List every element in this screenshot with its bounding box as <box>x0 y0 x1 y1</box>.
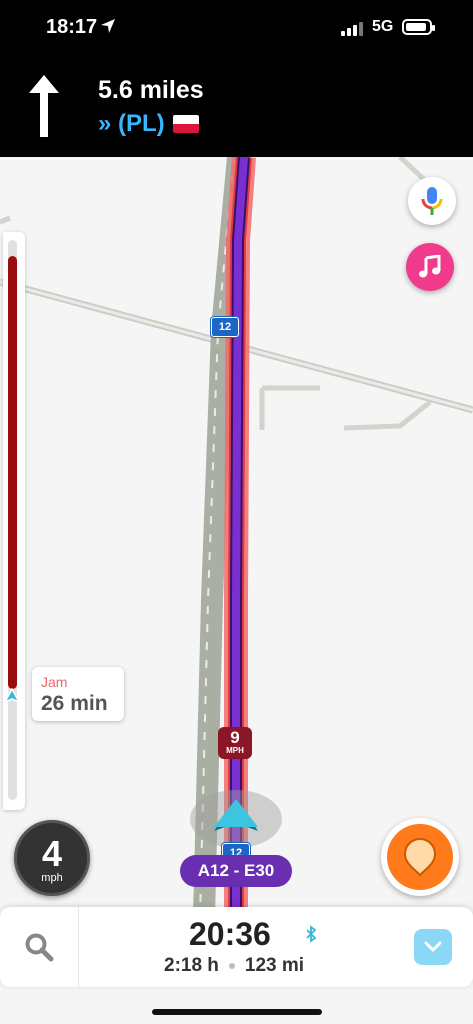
poland-flag-icon <box>172 115 199 133</box>
location-arrow-icon <box>101 19 115 33</box>
jam-delay: 26 min <box>41 692 108 715</box>
speed-limit-unit: MPH <box>226 746 244 755</box>
eta-time: 20:36 <box>189 916 271 952</box>
current-position-marker-icon <box>4 688 20 704</box>
speed-limit-badge: 9 MPH <box>218 727 252 759</box>
speed-limit-value: 9 <box>230 728 240 747</box>
traffic-jam-card[interactable]: Jam 26 min <box>32 667 124 721</box>
street-name: » (PL) <box>98 110 199 138</box>
trip-summary-bar[interactable]: 20:36 2:18 h 123 mi <box>0 907 473 987</box>
music-note-icon <box>419 255 441 278</box>
current-speed: 4 <box>41 833 63 874</box>
speedometer: 4 mph <box>14 820 90 896</box>
road-shield: 12 <box>211 317 239 337</box>
report-pin-icon <box>403 837 437 877</box>
trip-duration: 2:18 h <box>164 955 219 976</box>
trip-info: 2:18 h 123 mi <box>164 955 304 977</box>
straight-arrow-icon <box>29 75 59 137</box>
speed-unit: mph <box>41 872 63 884</box>
street-name-text: » (PL) <box>98 110 165 137</box>
search-icon <box>25 933 54 962</box>
network-type: 5G <box>372 18 394 35</box>
search-button[interactable] <box>0 907 79 987</box>
battery-icon <box>402 19 435 35</box>
turn-distance: 5.6 miles <box>98 76 204 104</box>
jam-label: Jam <box>41 674 68 690</box>
voice-command-button[interactable] <box>408 177 456 225</box>
report-button-face <box>387 824 453 890</box>
trip-distance: 123 mi <box>244 955 305 976</box>
separator-dot <box>228 963 235 969</box>
bluetooth-icon <box>306 925 317 943</box>
music-button[interactable] <box>406 243 454 291</box>
home-indicator[interactable] <box>152 1009 322 1015</box>
vehicle-arrow-icon <box>214 799 258 831</box>
signal-icon <box>341 22 363 36</box>
report-button[interactable] <box>381 818 459 896</box>
expand-trip-button[interactable] <box>414 929 452 965</box>
status-time: 18:17 <box>46 16 98 38</box>
microphone-icon <box>421 187 443 215</box>
traffic-jam-segment <box>8 256 17 689</box>
chevron-down-icon <box>424 941 442 953</box>
current-road-label: A12 - E30 <box>180 855 292 887</box>
